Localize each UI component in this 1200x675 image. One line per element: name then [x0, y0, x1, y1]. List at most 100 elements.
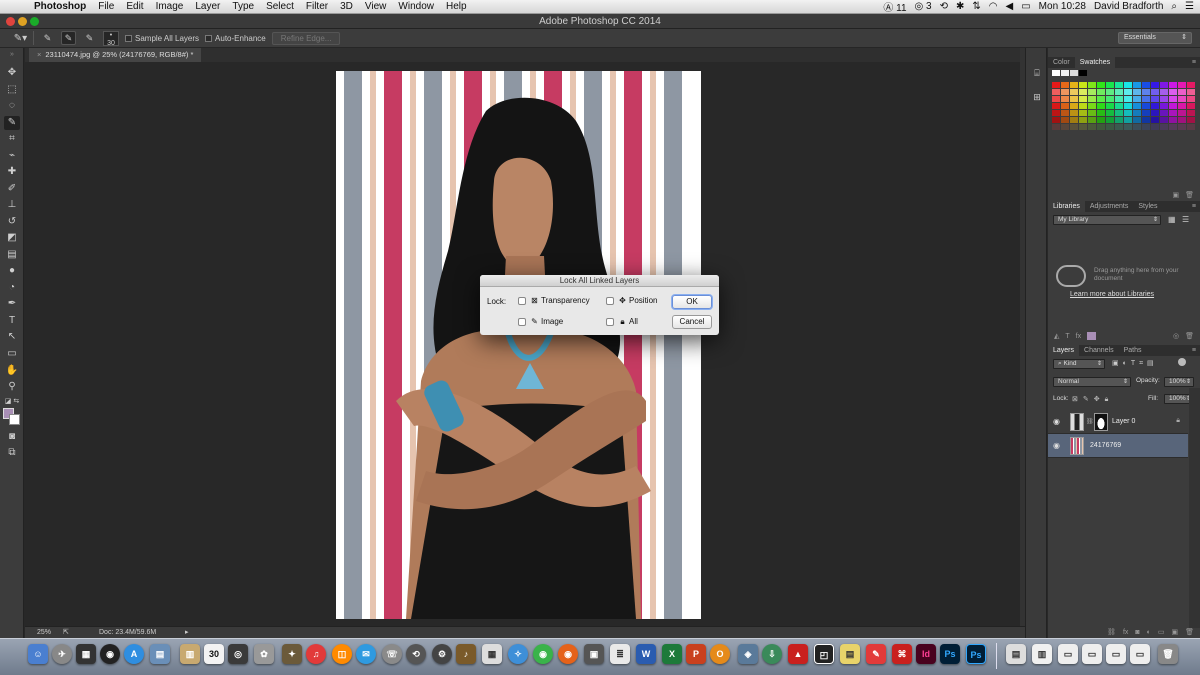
cc-sync-icon[interactable]: ◎ — [1173, 331, 1179, 342]
swatch[interactable] — [1142, 89, 1150, 95]
sample-all-layers-checkbox[interactable]: Sample All Layers — [125, 34, 199, 43]
swatch[interactable] — [1061, 110, 1069, 116]
swatch[interactable] — [1088, 82, 1096, 88]
swatch[interactable] — [1070, 89, 1078, 95]
swatch[interactable] — [1169, 82, 1177, 88]
window-minimize-button[interactable] — [18, 17, 27, 26]
quick-mask-icon[interactable]: ◙ — [4, 430, 20, 444]
swatch[interactable] — [1088, 96, 1096, 102]
swatch[interactable] — [1115, 124, 1123, 130]
menu-app-name[interactable]: Photoshop — [28, 1, 92, 12]
trash-icon[interactable]: 🗑︎ — [1158, 644, 1178, 664]
photo-booth-icon[interactable]: ▣ — [584, 644, 604, 664]
swatch[interactable] — [1052, 82, 1060, 88]
history-brush-tool-icon[interactable]: ↺ — [4, 215, 20, 229]
swatch[interactable] — [1070, 96, 1078, 102]
swatch[interactable] — [1142, 103, 1150, 109]
screenshot-app-icon[interactable]: ◈ — [738, 644, 758, 664]
swatch[interactable] — [1178, 89, 1186, 95]
mission-control-icon[interactable]: ▦ — [76, 644, 96, 664]
safari-icon[interactable]: ✧ — [508, 644, 528, 664]
swatch[interactable] — [1052, 124, 1060, 130]
swatch[interactable] — [1178, 110, 1186, 116]
add-text-icon[interactable]: T — [1065, 331, 1069, 342]
menu-filter[interactable]: Filter — [300, 1, 334, 12]
canvas-area[interactable] — [25, 62, 1020, 626]
visibility-eye-icon[interactable]: ◉ — [1053, 417, 1060, 426]
window-zoom-button[interactable] — [30, 17, 39, 26]
swatch[interactable] — [1160, 96, 1168, 102]
new-group-icon[interactable]: ▭ — [1158, 627, 1165, 638]
transparency-checkbox[interactable]: ⊠ Transparency — [518, 296, 590, 305]
screen-mode-icon[interactable]: ⧉ — [4, 446, 20, 460]
indesign-icon[interactable]: Id — [916, 644, 936, 664]
swatch[interactable] — [1115, 89, 1123, 95]
finder-icon[interactable]: ☺ — [28, 644, 48, 664]
swatch[interactable] — [1151, 124, 1159, 130]
photoshop-icon[interactable]: Ps — [940, 644, 960, 664]
opacity-field[interactable]: 100% — [1164, 377, 1194, 387]
swatch[interactable] — [1160, 124, 1168, 130]
swatch[interactable] — [1142, 124, 1150, 130]
history-panel-icon[interactable]: ⌸ — [1030, 66, 1044, 80]
swatch[interactable] — [1061, 82, 1069, 88]
swatch[interactable] — [1187, 124, 1195, 130]
new-selection-icon[interactable]: ✎ — [40, 31, 55, 45]
swatch[interactable] — [1151, 117, 1159, 123]
document-canvas[interactable] — [336, 71, 701, 619]
sync-icon[interactable]: ⇅ — [972, 1, 980, 12]
swatch[interactable] — [1187, 96, 1195, 102]
dashboard-icon[interactable]: ◉ — [100, 644, 120, 664]
new-layer-icon[interactable]: ▣ — [1171, 627, 1178, 638]
swatch[interactable] — [1187, 117, 1195, 123]
swatch[interactable] — [1052, 96, 1060, 102]
menu-file[interactable]: File — [92, 1, 120, 12]
link-layers-icon[interactable]: ⛓ — [1107, 627, 1116, 638]
powerpoint-icon[interactable]: P — [686, 644, 706, 664]
layer-row-24176769[interactable]: ◉ 24176769 — [1048, 434, 1188, 458]
swatch[interactable] — [1124, 89, 1132, 95]
swatch[interactable] — [1061, 96, 1069, 102]
creative-cloud-icon[interactable]: ◎ 3 — [915, 1, 932, 12]
tab-swatches[interactable]: Swatches — [1074, 57, 1116, 68]
minimized-window-icon[interactable]: ▭ — [1082, 644, 1102, 664]
swatch[interactable] — [1097, 110, 1105, 116]
downloader-icon[interactable]: ⇩ — [762, 644, 782, 664]
swatch[interactable] — [1142, 96, 1150, 102]
adjustment-layer-icon[interactable]: ◐ — [1147, 627, 1151, 638]
acrobat-reader-icon[interactable]: ⌘ — [892, 644, 912, 664]
minimized-window-icon[interactable]: ▭ — [1058, 644, 1078, 664]
window-close-button[interactable] — [6, 17, 15, 26]
swatch[interactable] — [1133, 89, 1141, 95]
cancel-button[interactable]: Cancel — [672, 315, 712, 329]
layer-filter-icons[interactable]: ▣◐T⌗▤ — [1112, 359, 1158, 368]
swatch[interactable] — [1079, 103, 1087, 109]
library-select[interactable]: My Library — [1053, 215, 1161, 225]
spotlight-icon[interactable]: ⌕ — [1171, 1, 1177, 12]
camera-icon[interactable]: ◎ — [228, 644, 248, 664]
swatch[interactable] — [1178, 124, 1186, 130]
recent-swatch[interactable] — [1070, 70, 1078, 76]
battery-icon[interactable]: ▭ — [1021, 1, 1030, 12]
swatch[interactable] — [1070, 82, 1078, 88]
path-selection-tool-icon[interactable]: ↖ — [4, 330, 20, 344]
default-colors-icon[interactable]: ◪ ⇆ — [4, 395, 20, 409]
swatch[interactable] — [1178, 82, 1186, 88]
swatch[interactable] — [1106, 89, 1114, 95]
tab-libraries[interactable]: Libraries — [1048, 201, 1085, 212]
healing-brush-tool-icon[interactable]: ✚ — [4, 165, 20, 179]
swatch[interactable] — [1178, 117, 1186, 123]
app-store-icon[interactable]: A — [124, 644, 144, 664]
numbers-icon[interactable]: ▦ — [482, 644, 502, 664]
stickies-icon[interactable]: ▤ — [840, 644, 860, 664]
swatch[interactable] — [1079, 117, 1087, 123]
launchpad-icon[interactable]: ✈ — [52, 644, 72, 664]
tab-color[interactable]: Color — [1048, 57, 1075, 68]
swatch[interactable] — [1088, 117, 1096, 123]
active-app-icon[interactable]: ◰ — [814, 644, 834, 664]
menu-window[interactable]: Window — [392, 1, 440, 12]
swatch[interactable] — [1115, 96, 1123, 102]
tab-adjustments[interactable]: Adjustments — [1085, 201, 1134, 212]
swatch[interactable] — [1070, 124, 1078, 130]
swatch[interactable] — [1061, 89, 1069, 95]
